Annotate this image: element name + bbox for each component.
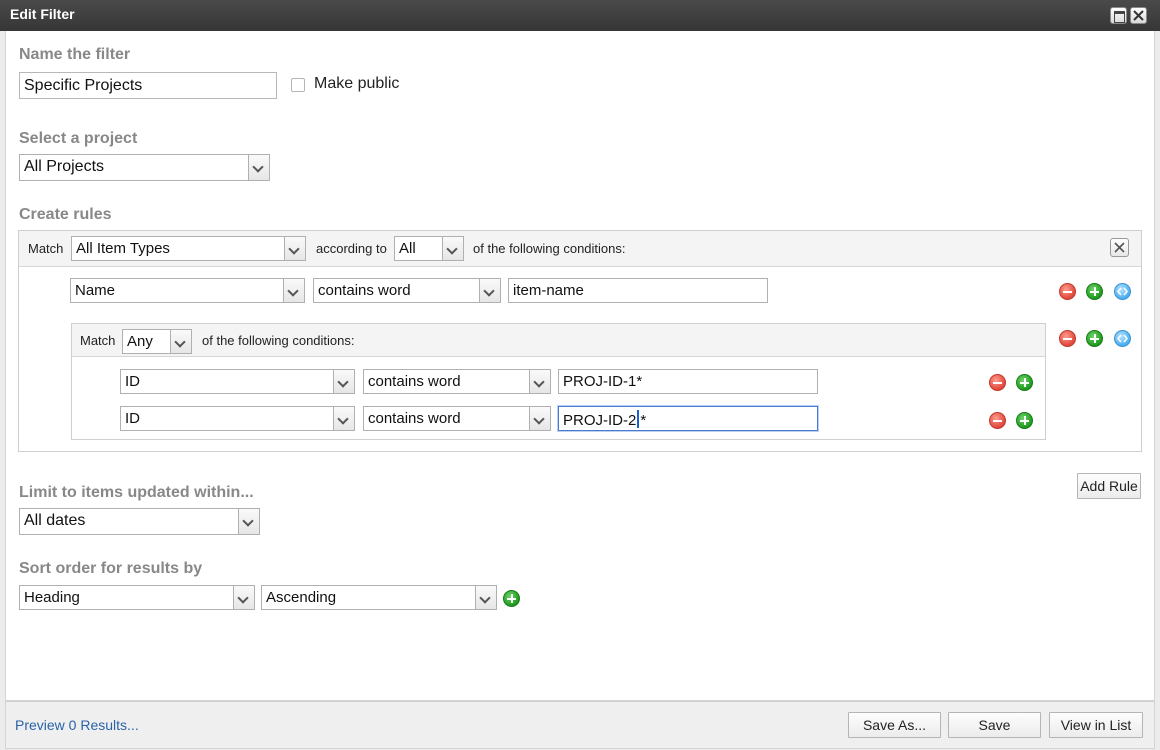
rule1-field-select[interactable]: Name xyxy=(70,278,305,303)
item-type-value: All Item Types xyxy=(76,240,170,257)
limit-section-label: Limit to items updated within... xyxy=(19,484,254,501)
project-section-label: Select a project xyxy=(19,130,138,147)
group-rule2-value-input[interactable]: PROJ-ID-2 * xyxy=(558,406,818,431)
group-match-label: Match xyxy=(80,333,116,348)
save-button[interactable]: Save xyxy=(948,712,1041,738)
group-rule2-field-value: ID xyxy=(125,410,140,427)
limit-select-value: All dates xyxy=(24,512,86,529)
rule1-value-text: item-name xyxy=(513,282,584,299)
add-circle-icon[interactable] xyxy=(1016,412,1033,429)
group-rule2-operator-value: contains word xyxy=(368,410,461,427)
chevron-down-icon xyxy=(248,155,269,180)
make-public-checkbox[interactable] xyxy=(291,78,305,92)
group-rule1-value-input[interactable]: PROJ-ID-1* xyxy=(558,369,818,394)
name-section-label: Name the filter xyxy=(19,46,131,63)
sort-direction-value: Ascending xyxy=(266,589,337,606)
value-before-caret: PROJ-ID-2 xyxy=(563,412,637,429)
filter-name-input[interactable]: Specific Projects xyxy=(19,72,277,99)
save-as-button[interactable]: Save As... xyxy=(848,712,941,738)
maximize-icon[interactable] xyxy=(1110,7,1127,24)
nest-condition-icon[interactable] xyxy=(1114,330,1131,347)
project-select[interactable]: All Projects xyxy=(19,154,270,181)
remove-rules-icon[interactable] xyxy=(1110,238,1129,257)
preview-results-link[interactable]: Preview 0 Results... xyxy=(15,717,139,733)
dialog-footer: Preview 0 Results... Save As... Save Vie… xyxy=(5,701,1155,749)
rules-section-label: Create rules xyxy=(19,206,112,223)
add-circle-icon[interactable] xyxy=(1016,374,1033,391)
according-to-label: according to xyxy=(316,241,387,256)
chevron-down-icon xyxy=(529,407,550,430)
sort-field-value: Heading xyxy=(24,589,80,606)
conditions-suffix: of the following conditions: xyxy=(473,241,626,256)
rule1-field-value: Name xyxy=(75,282,116,299)
add-circle-icon[interactable] xyxy=(503,590,520,607)
chevron-down-icon xyxy=(442,237,463,260)
view-in-list-button[interactable]: View in List xyxy=(1049,712,1143,738)
group-rule1-field-value: ID xyxy=(125,373,140,390)
group-rule2-operator-select[interactable]: contains word xyxy=(363,406,551,431)
group-rule1-field-select[interactable]: ID xyxy=(120,369,355,394)
chevron-down-icon xyxy=(529,370,550,393)
remove-circle-icon[interactable] xyxy=(1059,330,1076,347)
rule1-operator-select[interactable]: contains word xyxy=(313,278,501,303)
remove-circle-icon[interactable] xyxy=(989,374,1006,391)
chevron-down-icon xyxy=(333,370,354,393)
sort-section-label: Sort order for results by xyxy=(19,560,203,577)
rules-container: Match All Item Types according to All of… xyxy=(18,230,1142,452)
value-after-caret: * xyxy=(640,412,647,429)
chevron-down-icon xyxy=(284,237,305,260)
according-select[interactable]: All xyxy=(394,236,464,261)
item-type-select[interactable]: All Item Types xyxy=(71,236,306,261)
match-label: Match xyxy=(28,241,64,256)
rule1-value-input[interactable]: item-name xyxy=(508,278,768,303)
filter-form: Name the filter Specific Projects Make p… xyxy=(5,31,1155,701)
limit-select[interactable]: All dates xyxy=(19,508,260,535)
group-rule2-field-select[interactable]: ID xyxy=(120,406,355,431)
group-rule1-operator-value: contains word xyxy=(368,373,461,390)
add-circle-icon[interactable] xyxy=(1086,283,1103,300)
chevron-down-icon xyxy=(170,330,191,353)
add-circle-icon[interactable] xyxy=(1086,330,1103,347)
make-public-label: Make public xyxy=(314,75,400,92)
close-icon[interactable] xyxy=(1130,7,1147,24)
nest-condition-icon[interactable] xyxy=(1114,283,1131,300)
group-rule1-value-text: PROJ-ID-1* xyxy=(563,373,643,390)
group-conditions-suffix: of the following conditions: xyxy=(202,333,355,348)
group-match-select[interactable]: Any xyxy=(122,329,192,354)
window-titlebar: Edit Filter xyxy=(0,0,1160,31)
chevron-down-icon xyxy=(238,509,259,534)
chevron-down-icon xyxy=(475,586,496,609)
remove-circle-icon[interactable] xyxy=(989,412,1006,429)
window-title: Edit Filter xyxy=(10,6,75,22)
remove-circle-icon[interactable] xyxy=(1059,283,1076,300)
group-rule2-value-text: PROJ-ID-2 * xyxy=(563,410,813,430)
chevron-down-icon xyxy=(233,586,254,609)
project-select-value: All Projects xyxy=(24,158,105,175)
chevron-down-icon xyxy=(333,407,354,430)
group-rule1-operator-select[interactable]: contains word xyxy=(363,369,551,394)
chevron-down-icon xyxy=(479,279,500,302)
chevron-down-icon xyxy=(283,279,304,302)
rule1-operator-value: contains word xyxy=(318,282,411,299)
add-rule-button[interactable]: Add Rule xyxy=(1077,473,1141,499)
sort-direction-select[interactable]: Ascending xyxy=(261,585,497,610)
sort-field-select[interactable]: Heading xyxy=(19,585,255,610)
condition-group: Match Any of the following conditions: I… xyxy=(71,323,1046,440)
